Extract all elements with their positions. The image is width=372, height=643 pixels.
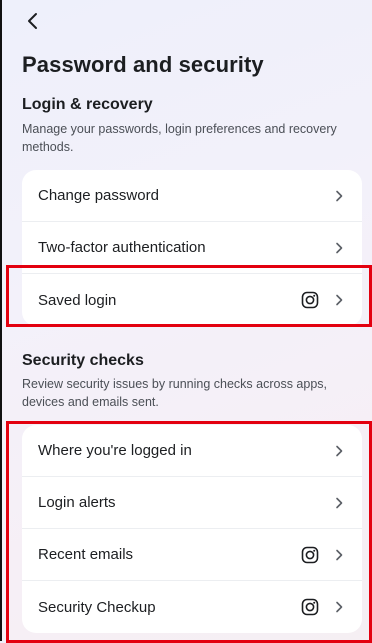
- row-label: Saved login: [38, 291, 117, 309]
- instagram-icon: [300, 290, 320, 310]
- row-label: Security Checkup: [38, 598, 156, 616]
- chevron-right-icon: [332, 600, 346, 614]
- instagram-icon: [300, 597, 320, 617]
- security-checks-card: Where you're logged in Login alerts Rece…: [22, 425, 362, 633]
- login-recovery-card: Change password Two-factor authenticatio…: [22, 170, 362, 326]
- row-two-factor-authentication[interactable]: Two-factor authentication: [22, 222, 362, 274]
- chevron-right-icon: [332, 496, 346, 510]
- row-label: Two-factor authentication: [38, 239, 206, 256]
- chevron-right-icon: [332, 444, 346, 458]
- section-title-login-recovery: Login & recovery: [22, 96, 153, 113]
- section-title-security-checks: Security checks: [22, 352, 144, 369]
- page-title: Password and security: [22, 52, 264, 77]
- row-where-youre-logged-in[interactable]: Where you're logged in: [22, 425, 362, 477]
- chevron-right-icon: [332, 241, 346, 255]
- row-login-alerts[interactable]: Login alerts: [22, 477, 362, 529]
- chevron-right-icon: [332, 189, 346, 203]
- row-security-checkup[interactable]: Security Checkup: [22, 581, 362, 633]
- row-change-password[interactable]: Change password: [22, 170, 362, 222]
- row-recent-emails[interactable]: Recent emails: [22, 529, 362, 581]
- back-button[interactable]: [22, 10, 42, 32]
- section-description-security-checks: Review security issues by running checks…: [22, 377, 327, 409]
- chevron-right-icon: [332, 293, 346, 307]
- chevron-right-icon: [332, 548, 346, 562]
- row-label: Login alerts: [38, 494, 116, 511]
- row-label: Change password: [38, 187, 159, 204]
- instagram-icon: [300, 545, 320, 565]
- row-label: Where you're logged in: [38, 442, 192, 459]
- screen-edge: [0, 0, 2, 641]
- row-label: Recent emails: [38, 546, 134, 563]
- row-saved-login[interactable]: Saved login: [22, 274, 362, 326]
- section-description-login-recovery: Manage your passwords, login preferences…: [22, 122, 337, 154]
- chevron-left-icon: [28, 13, 37, 29]
